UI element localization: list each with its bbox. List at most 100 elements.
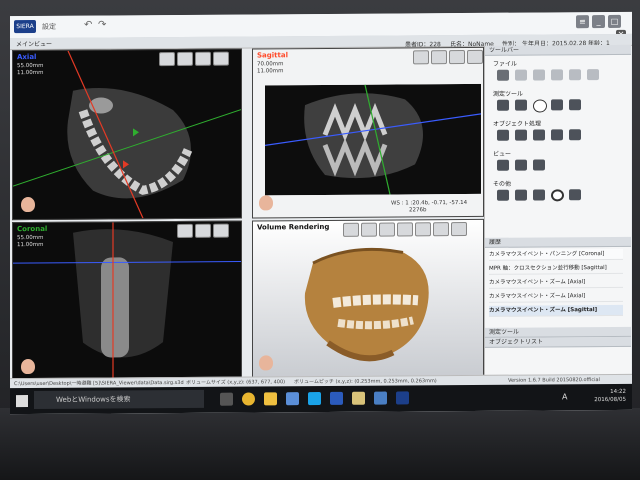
coronal-ct-image <box>13 222 241 379</box>
printer-view-icon[interactable] <box>533 159 545 171</box>
skype-icon[interactable] <box>308 392 321 406</box>
view-tool-icon[interactable] <box>413 50 429 65</box>
tooth-icon[interactable] <box>551 129 563 141</box>
crop-icon[interactable] <box>515 189 527 201</box>
view-tool-icon[interactable] <box>159 52 175 67</box>
head-orientation-icon[interactable] <box>21 358 35 375</box>
task-view-icon[interactable] <box>220 392 233 406</box>
windows-start-icon[interactable] <box>16 395 28 408</box>
view-tool-icon[interactable] <box>177 51 193 67</box>
view-tool-icon[interactable] <box>195 51 211 66</box>
grid-icon[interactable] <box>515 159 527 171</box>
cube-icon[interactable] <box>533 189 545 201</box>
volume-label: Volume Rendering <box>257 222 330 232</box>
view-tool-icon[interactable] <box>415 222 431 237</box>
monitor-stand <box>0 408 640 480</box>
sagittal-ct-image[interactable] <box>265 83 481 196</box>
history-header: 履歴 <box>485 236 631 248</box>
view-tool-icon[interactable] <box>379 222 395 237</box>
history-item[interactable]: カメラマウスイベント・ズーム [Axial] <box>489 290 623 303</box>
history-item[interactable]: MPR 軸：クロスセクション並行移動 [Sagittal] <box>489 262 623 275</box>
clock-date: 2016/08/05 <box>594 396 626 404</box>
history-item[interactable]: カメラマウスイベント・ズーム [Axial] <box>489 276 623 289</box>
view-tool-icon[interactable] <box>213 223 229 238</box>
view-tool-icon[interactable] <box>431 50 447 65</box>
move-icon[interactable] <box>497 189 509 201</box>
view-tool-icon[interactable] <box>397 222 413 237</box>
minimize-button[interactable]: _ <box>592 15 605 29</box>
taskbar-search[interactable]: WebとWindowsを検索 <box>34 389 204 410</box>
axial-slice: 11.00mm <box>17 69 44 77</box>
ime-indicator[interactable]: A <box>562 392 567 401</box>
object-section-label: オブジェクト処理 <box>493 120 542 128</box>
export-icon[interactable] <box>551 69 563 81</box>
tool-panel: ツールバー ファイル 測定ツール オブジェクト処理 ビュー その他 履歴 カメラ… <box>484 44 631 376</box>
chrome-icon[interactable] <box>242 392 255 406</box>
coronal-label: Coronal <box>17 224 48 234</box>
windows-taskbar: WebとWindowsを検索 A 14:22 2016/08/05 <box>10 383 632 415</box>
segment-icon[interactable] <box>533 129 545 141</box>
siera-taskbar-icon[interactable] <box>396 391 409 405</box>
taskbar-clock[interactable]: 14:22 2016/08/05 <box>594 388 626 404</box>
maximize-button[interactable]: □ <box>608 14 621 28</box>
notepad-icon[interactable] <box>352 391 365 405</box>
history-item[interactable]: カメラマウスイベント・パンニング [Coronal] <box>489 248 623 261</box>
view-tool-icon[interactable] <box>343 222 359 237</box>
head-orientation-icon[interactable] <box>259 195 273 211</box>
ruler-icon[interactable] <box>497 99 509 111</box>
axial-view[interactable]: Axial 55.00mm 11.00mm <box>12 48 242 221</box>
view-tool-icon[interactable] <box>467 49 483 64</box>
word-icon[interactable] <box>330 391 343 405</box>
view-tool-icon[interactable] <box>177 223 193 239</box>
axial-thickness: 55.00mm <box>17 62 44 70</box>
file-explorer-icon[interactable] <box>264 392 277 406</box>
head-orientation-icon[interactable] <box>21 196 35 213</box>
open-file-icon[interactable] <box>497 69 509 81</box>
app-logo: SIERA <box>14 19 36 34</box>
sagittal-thickness: 70.00mm <box>257 61 284 68</box>
history-item-selected[interactable]: カメラマウスイベント・ズーム [Sagittal] <box>489 304 623 317</box>
app-icon[interactable] <box>286 392 299 406</box>
view-tool-icon[interactable] <box>213 51 229 66</box>
axial-ct-image <box>13 50 241 219</box>
circle-tool-icon[interactable] <box>533 99 547 113</box>
tab-main-view[interactable]: メインビュー <box>16 39 52 48</box>
file-section-label: ファイル <box>493 60 518 68</box>
camera-icon[interactable] <box>569 69 581 81</box>
annotation-icon[interactable] <box>569 99 581 111</box>
folder-icon[interactable] <box>515 69 527 81</box>
object-list-header: オブジェクトリスト <box>485 336 631 348</box>
head-orientation-icon[interactable] <box>259 355 273 371</box>
coronal-thickness: 55.00mm <box>17 234 44 242</box>
curve-icon[interactable] <box>569 129 581 141</box>
print-icon[interactable] <box>587 69 599 81</box>
reset-icon[interactable] <box>551 189 564 202</box>
menu-settings[interactable]: 設定 <box>42 22 56 32</box>
sagittal-label: Sagittal <box>257 51 288 60</box>
app-icon[interactable] <box>374 391 387 405</box>
image-tool-icon[interactable] <box>515 129 527 141</box>
view-tool-icon[interactable] <box>451 221 467 237</box>
save-icon[interactable] <box>533 69 545 81</box>
undo-icon[interactable]: ↶ <box>84 20 92 31</box>
measure-section-label: 測定ツール <box>493 90 524 98</box>
coronal-view[interactable]: Coronal 55.00mm 11.00mm <box>12 220 242 381</box>
sagittal-wl: 2276b <box>409 207 427 214</box>
redo-icon[interactable]: ↷ <box>98 19 106 30</box>
view-tool-icon[interactable] <box>449 49 465 65</box>
view-tool-icon[interactable] <box>195 223 211 238</box>
sagittal-slice: 11.00mm <box>257 68 284 75</box>
gear-icon[interactable] <box>569 189 581 201</box>
volume-rendering-view[interactable]: Volume Rendering <box>252 218 484 379</box>
other-section-label: その他 <box>493 180 512 188</box>
clock-time: 14:22 <box>610 388 626 395</box>
angle-icon[interactable] <box>515 99 527 111</box>
toolbar-header: ツールバー <box>485 44 631 56</box>
window-settings-button[interactable]: ≡ <box>576 15 589 29</box>
polygon-tool-icon[interactable] <box>551 99 563 111</box>
axial-label: Axial <box>17 52 37 62</box>
layout-icon[interactable] <box>497 159 509 171</box>
view-tool-icon[interactable] <box>361 222 377 237</box>
pen-icon[interactable] <box>497 129 509 141</box>
view-tool-icon[interactable] <box>433 222 449 237</box>
